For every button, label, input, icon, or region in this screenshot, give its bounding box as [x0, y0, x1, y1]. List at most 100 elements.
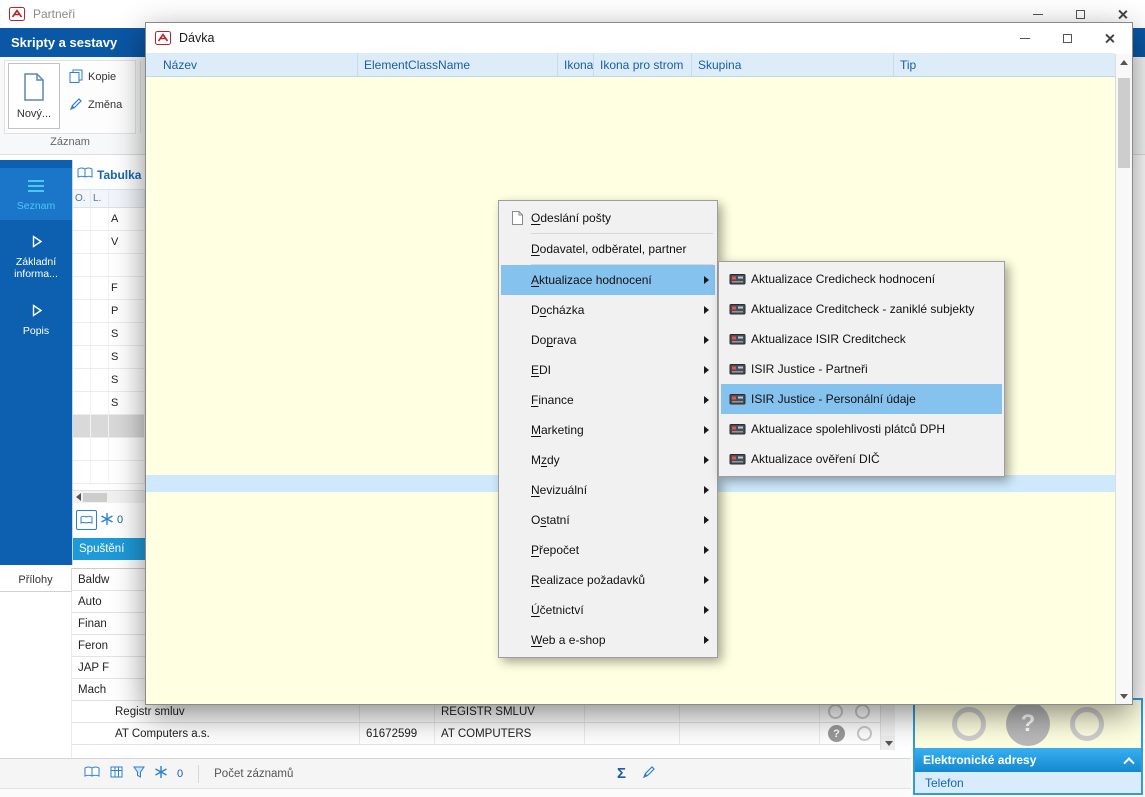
- batch-vscrollbar[interactable]: [1115, 54, 1132, 704]
- partner-name-cell: AT Computers a.s.: [72, 723, 360, 744]
- mini-table-row[interactable]: P: [73, 300, 145, 323]
- submenu-arrow-icon: [700, 276, 712, 284]
- menu-item-label: Marketing: [531, 423, 584, 437]
- mini-column-header[interactable]: [109, 190, 145, 207]
- mini-cell: [73, 231, 91, 253]
- close-button[interactable]: [1088, 23, 1130, 53]
- snowflake-icon[interactable]: [155, 766, 167, 781]
- attachments-header[interactable]: Přílohy: [0, 568, 72, 592]
- rating-indicators: ?: [915, 700, 1141, 748]
- batch-column-header[interactable]: Ikona pro strom: [594, 53, 692, 76]
- batch-titlebar[interactable]: Dávka: [146, 23, 1132, 53]
- sum-icon[interactable]: Σ: [617, 765, 626, 782]
- menu-item-label: Aktualizace ověření DIČ: [751, 452, 880, 466]
- copy-button[interactable]: Kopie: [66, 65, 132, 89]
- funnel-icon[interactable]: [133, 766, 145, 781]
- partner-code-cell: 61672599: [360, 723, 435, 744]
- mini-table-row[interactable]: [73, 461, 145, 484]
- menu-item-14[interactable]: Web a e-shop: [501, 625, 715, 655]
- mini-table-row[interactable]: A: [73, 208, 145, 231]
- ribbon-tab-scripts[interactable]: Skripty a sestavy: [0, 35, 128, 50]
- menu-item-label: Docházka: [531, 303, 585, 317]
- electronic-addresses-header[interactable]: Elektronické adresy: [915, 748, 1141, 772]
- run-button-label: Spuštění: [79, 543, 125, 555]
- batch-column-header[interactable]: Ikona: [558, 53, 594, 76]
- mini-column-header[interactable]: L.: [91, 190, 109, 207]
- batch-column-header[interactable]: Skupina: [692, 53, 894, 76]
- menu-item-7[interactable]: Marketing: [501, 415, 715, 445]
- sidebar-item-seznam[interactable]: Seznam: [0, 168, 72, 220]
- change-button[interactable]: Změna: [66, 93, 132, 117]
- menu-item-1[interactable]: Dodavatel, odběratel, partner: [501, 234, 715, 264]
- scroll-left-icon: [76, 493, 81, 501]
- menu-item-3[interactable]: Docházka: [501, 295, 715, 325]
- mini-table-row[interactable]: S: [73, 323, 145, 346]
- list-icon: [28, 177, 44, 195]
- batch-column-header[interactable]: ElementClassName: [358, 53, 558, 76]
- book-button[interactable]: [76, 510, 97, 530]
- menu-item-1[interactable]: Aktualizace Creditcheck - zaniklé subjek…: [721, 294, 1002, 324]
- menu-item-2[interactable]: Aktualizace ISIR Creditcheck: [721, 324, 1002, 354]
- ring-icon: [828, 704, 843, 719]
- menu-item-2[interactable]: Aktualizace hodnocení: [501, 265, 715, 295]
- menu-item-0[interactable]: Odeslání pošty: [501, 203, 715, 233]
- telefon-row[interactable]: Telefon: [915, 772, 1141, 793]
- menu-item-6[interactable]: Aktualizace ověření DIČ: [721, 444, 1002, 474]
- statusbar-right-icons: Σ: [617, 765, 656, 782]
- separator: [198, 764, 200, 783]
- mini-table-row[interactable]: [73, 438, 145, 461]
- book-icon[interactable]: [84, 766, 100, 781]
- mini-table-row[interactable]: S: [73, 346, 145, 369]
- menu-item-4[interactable]: ISIR Justice - Personální údaje: [721, 384, 1002, 414]
- menu-item-9[interactable]: Nevizuální: [501, 475, 715, 505]
- mini-column-header[interactable]: O.: [73, 190, 91, 207]
- mini-table-row[interactable]: [73, 254, 145, 277]
- menu-item-8[interactable]: Mzdy: [501, 445, 715, 475]
- menu-item-11[interactable]: Přepočet: [501, 535, 715, 565]
- batch-window-controls: [1004, 23, 1130, 53]
- maximize-button[interactable]: [1046, 23, 1088, 53]
- submenu-arrow-icon: [700, 336, 712, 344]
- mini-table-row[interactable]: S: [73, 392, 145, 415]
- minimize-icon: [1020, 37, 1030, 39]
- menu-item-13[interactable]: Účetnictví: [501, 595, 715, 625]
- mini-table-row[interactable]: S: [73, 369, 145, 392]
- menu-item-0[interactable]: Aktualizace Credicheck hodnocení: [721, 264, 1002, 294]
- batch-window-title: Dávka: [179, 31, 215, 45]
- sidebar-item-zakladni-informace[interactable]: Základní informa...: [0, 226, 72, 288]
- scrollbar-thumb[interactable]: [1118, 78, 1130, 168]
- tab-tabulka[interactable]: Tabulka: [73, 160, 145, 190]
- batch-column-header[interactable]: Název: [146, 53, 358, 76]
- menu-item-10[interactable]: Ostatní: [501, 505, 715, 535]
- submenu-arrow-icon: [700, 576, 712, 584]
- scroll-up-icon[interactable]: [1116, 54, 1132, 70]
- menu-item-5[interactable]: EDI: [501, 355, 715, 385]
- menu-item-4[interactable]: Doprava: [501, 325, 715, 355]
- sidebar-item-popis[interactable]: Popis: [0, 294, 72, 346]
- mini-table-row[interactable]: V: [73, 231, 145, 254]
- minimize-button[interactable]: [1004, 23, 1046, 53]
- main-window-title: Partneři: [33, 7, 76, 21]
- scroll-down-icon[interactable]: [881, 736, 895, 750]
- mini-table-row[interactable]: F: [73, 277, 145, 300]
- menu-item-6[interactable]: Finance: [501, 385, 715, 415]
- run-button[interactable]: Spuštění: [73, 538, 145, 560]
- mini-hscrollbar[interactable]: [73, 490, 145, 503]
- menu-item-12[interactable]: Realizace požadavků: [501, 565, 715, 595]
- scrollbar-thumb[interactable]: [83, 492, 107, 502]
- menu-item-3[interactable]: ISIR Justice - Partneři: [721, 354, 1002, 384]
- submenu-arrow-icon: [700, 516, 712, 524]
- partner-row[interactable]: AT Computers a.s. 61672599 AT COMPUTERS?: [72, 723, 895, 745]
- scroll-down-icon[interactable]: [1116, 688, 1132, 704]
- mini-table-row[interactable]: [73, 415, 145, 438]
- mini-cell: [91, 369, 109, 391]
- maximize-icon: [1062, 33, 1072, 43]
- grid-filter-icon[interactable]: [110, 766, 123, 781]
- edit-pencil-icon[interactable]: [642, 765, 656, 782]
- menu-item-5[interactable]: Aktualizace spolehlivosti plátců DPH: [721, 414, 1002, 444]
- copy-icon: [69, 69, 83, 86]
- batch-column-header[interactable]: Tip: [894, 53, 1115, 76]
- new-button[interactable]: Nový...: [8, 63, 60, 129]
- mini-cell: [109, 415, 145, 437]
- snowflake-icon[interactable]: [101, 512, 113, 528]
